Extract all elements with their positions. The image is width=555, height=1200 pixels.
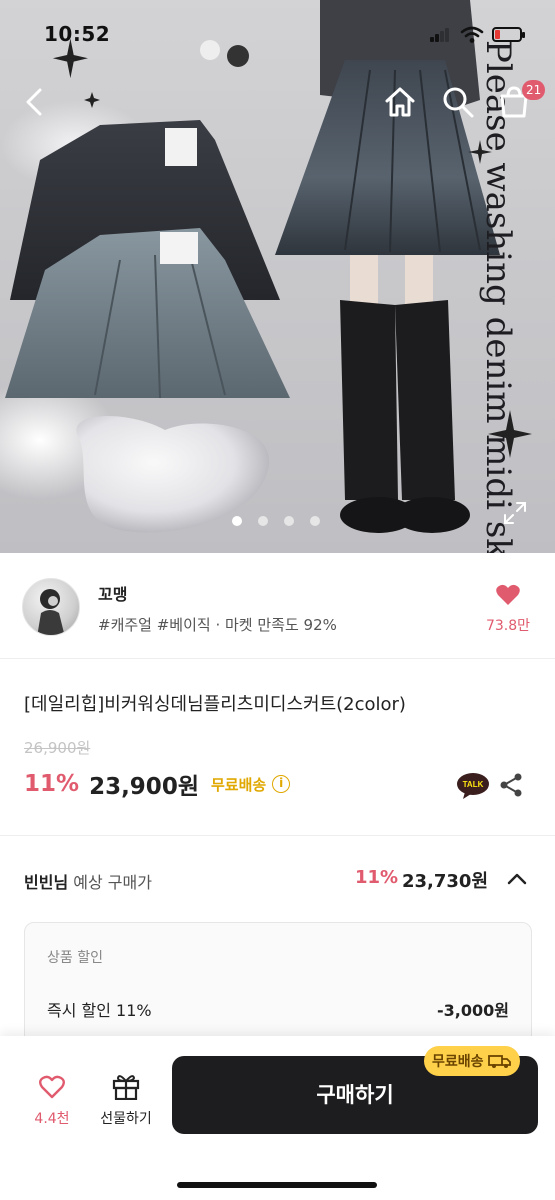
cart-count-badge: 21 xyxy=(522,80,546,100)
gift-button[interactable]: 선물하기 xyxy=(92,1072,160,1128)
sale-price: 23,900원 xyxy=(89,774,199,800)
battery-icon xyxy=(492,27,525,42)
heart-icon xyxy=(496,584,520,605)
wish-count: 4.4천 xyxy=(34,1111,70,1127)
search-icon[interactable] xyxy=(440,84,476,120)
product-info: [데일리힙]비커워싱데님플리츠미디스커트(2color) 26,900원 11%… xyxy=(0,660,555,836)
info-icon[interactable]: i xyxy=(272,775,291,793)
seller-name[interactable]: 꼬맹 xyxy=(98,581,127,605)
chevron-up-icon[interactable] xyxy=(506,868,528,890)
talk-label: TALK xyxy=(463,780,484,789)
product-title: [데일리힙]비커워싱데님플리츠미디스커트(2color) xyxy=(24,694,406,715)
discount-rate: 11% xyxy=(24,771,80,797)
wifi-icon xyxy=(460,26,484,43)
carousel-dot[interactable] xyxy=(258,516,268,526)
discount-header: 상품 할인 xyxy=(47,950,103,966)
home-icon[interactable] xyxy=(382,84,418,120)
free-shipping-label: 무료배송 xyxy=(210,775,267,794)
signal-icon xyxy=(430,28,450,42)
carousel-dot[interactable] xyxy=(284,516,294,526)
truck-icon xyxy=(487,1055,511,1068)
free-shipping-badge-label: 무료배송 xyxy=(432,1054,484,1070)
wish-button[interactable]: 4.4천 xyxy=(22,1074,82,1128)
seller-avatar[interactable] xyxy=(22,578,80,636)
expected-price-label: 빈빈님 예상 구매가 xyxy=(24,873,152,892)
price-row: 11% 23,900원 무료배송 i xyxy=(24,767,291,801)
gift-label: 선물하기 xyxy=(100,1111,152,1127)
home-indicator xyxy=(177,1182,377,1188)
expand-icon[interactable] xyxy=(502,500,528,526)
heart-icon xyxy=(39,1075,65,1099)
expected-price: 23,730원 xyxy=(402,871,489,892)
seller-section[interactable]: 꼬맹 #캐주얼 #베이직 · 마켓 만족도 92% 73.8만 xyxy=(0,553,555,659)
share-icon[interactable] xyxy=(498,772,524,798)
kakao-talk-icon[interactable]: TALK xyxy=(456,772,490,800)
instant-discount-value: -3,000원 xyxy=(437,1001,509,1020)
bottom-action-bar: 4.4천 선물하기 구매하기 무료배송 xyxy=(0,1036,555,1200)
status-bar: 10:52 xyxy=(0,0,555,70)
status-time: 10:52 xyxy=(44,22,111,46)
product-photo xyxy=(5,0,532,533)
expected-price-section[interactable]: 빈빈님 예상 구매가 11% 23,730원 xyxy=(0,837,555,927)
free-shipping-badge: 무료배송 xyxy=(424,1046,520,1076)
carousel-dot[interactable] xyxy=(310,516,320,526)
seller-like-button[interactable]: 73.8만 xyxy=(478,583,538,635)
original-price: 26,900원 xyxy=(24,739,91,757)
expected-discount-rate: 11% xyxy=(355,867,399,888)
product-image-carousel[interactable]: Please washing denim midi skirt 10:52 21 xyxy=(0,0,555,553)
back-arrow-icon[interactable] xyxy=(18,84,54,120)
carousel-dot[interactable] xyxy=(232,516,242,526)
gift-icon xyxy=(112,1075,140,1101)
seller-tags: #캐주얼 #베이직 · 마켓 만족도 92% xyxy=(98,616,337,634)
seller-like-count: 73.8만 xyxy=(485,618,531,634)
instant-discount-label: 즉시 할인 11% xyxy=(47,1001,152,1020)
